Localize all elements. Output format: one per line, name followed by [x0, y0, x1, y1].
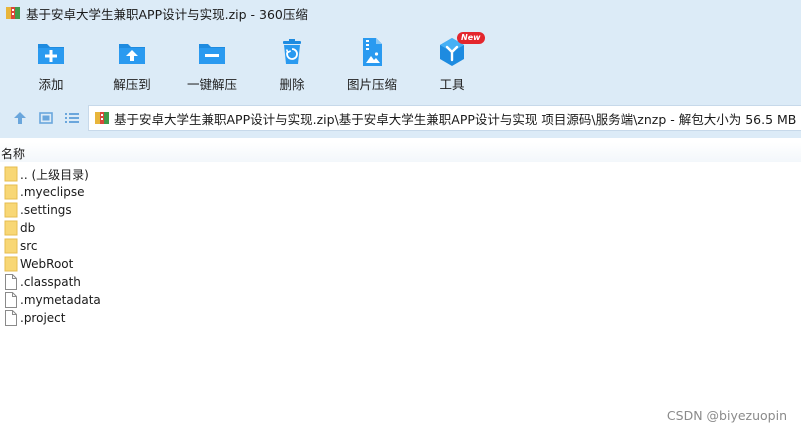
watermark: CSDN @biyezuopin [666, 408, 787, 423]
list-item[interactable]: db [0, 219, 801, 237]
file-name: .. (上级目录) [20, 167, 89, 182]
list-item[interactable]: .mymetadata [0, 291, 801, 309]
thumbnail-view-icon[interactable] [37, 109, 55, 127]
delete-button[interactable]: 删除 [252, 32, 332, 94]
folder-icon [4, 202, 18, 218]
file-name: db [20, 221, 36, 235]
window-title: 基于安卓大学生兼职APP设计与实现.zip - 360压缩 [26, 6, 308, 22]
file-name: src [20, 239, 38, 253]
file-icon [5, 292, 17, 308]
image-compress-button[interactable]: 图片压缩 [332, 32, 412, 94]
file-name: .project [20, 311, 66, 325]
delete-icon [283, 39, 301, 64]
navigation-bar: 基于安卓大学生兼职APP设计与实现.zip\基于安卓大学生兼职APP设计与实现 … [0, 98, 801, 138]
file-list: .. (上级目录) .myeclipse .settings db src We… [0, 165, 801, 327]
image-compress-label: 图片压缩 [346, 77, 397, 92]
one-click-extract-button[interactable]: 一键解压 [172, 32, 252, 94]
add-icon [38, 44, 64, 64]
add-label: 添加 [38, 77, 64, 92]
extract-to-label: 解压到 [113, 77, 151, 92]
new-badge: New [457, 32, 485, 44]
column-header: 名称 [0, 142, 801, 162]
list-item[interactable]: .project [0, 309, 801, 327]
zip-archive-icon [6, 7, 20, 19]
title-bar: 基于安卓大学生兼职APP设计与实现.zip - 360压缩 [0, 0, 801, 26]
file-name: WebRoot [20, 257, 74, 271]
list-item[interactable]: .myeclipse [0, 183, 801, 201]
delete-label: 删除 [279, 77, 305, 92]
folder-icon [4, 220, 18, 236]
address-bar[interactable]: 基于安卓大学生兼职APP设计与实现.zip\基于安卓大学生兼职APP设计与实现 … [88, 105, 801, 131]
tools-label: 工具 [439, 77, 465, 92]
list-item[interactable]: WebRoot [0, 255, 801, 273]
extract-to-button[interactable]: 解压到 [92, 32, 172, 94]
address-path: 基于安卓大学生兼职APP设计与实现.zip\基于安卓大学生兼职APP设计与实现 … [114, 111, 797, 127]
list-item[interactable]: src [0, 237, 801, 255]
up-arrow-icon[interactable] [11, 109, 29, 127]
zip-archive-icon [95, 112, 109, 124]
folder-icon [4, 256, 18, 272]
app-window: 基于安卓大学生兼职APP设计与实现.zip - 360压缩 添加 解压到 一键解… [0, 0, 801, 433]
list-item[interactable]: .. (上级目录) [0, 165, 801, 183]
toolbar: 添加 解压到 一键解压 删除 图片压缩 New 工具 [0, 26, 801, 98]
folder-icon [4, 184, 18, 200]
extract-to-icon [119, 44, 145, 64]
file-name: .classpath [20, 275, 81, 289]
file-icon [5, 274, 17, 290]
file-name: .myeclipse [20, 185, 85, 199]
folder-icon [4, 166, 18, 182]
image-compress-icon [363, 38, 382, 66]
file-name: .settings [20, 203, 72, 217]
tools-button[interactable]: New 工具 [412, 32, 492, 94]
add-button[interactable]: 添加 [11, 32, 91, 94]
file-icon [5, 310, 17, 326]
one-click-extract-icon [199, 44, 225, 64]
file-name: .mymetadata [20, 293, 101, 307]
folder-icon [4, 238, 18, 254]
list-item[interactable]: .classpath [0, 273, 801, 291]
list-view-icon[interactable] [63, 109, 81, 127]
column-header-name[interactable]: 名称 [1, 145, 25, 162]
one-click-extract-label: 一键解压 [186, 77, 237, 92]
list-item[interactable]: .settings [0, 201, 801, 219]
